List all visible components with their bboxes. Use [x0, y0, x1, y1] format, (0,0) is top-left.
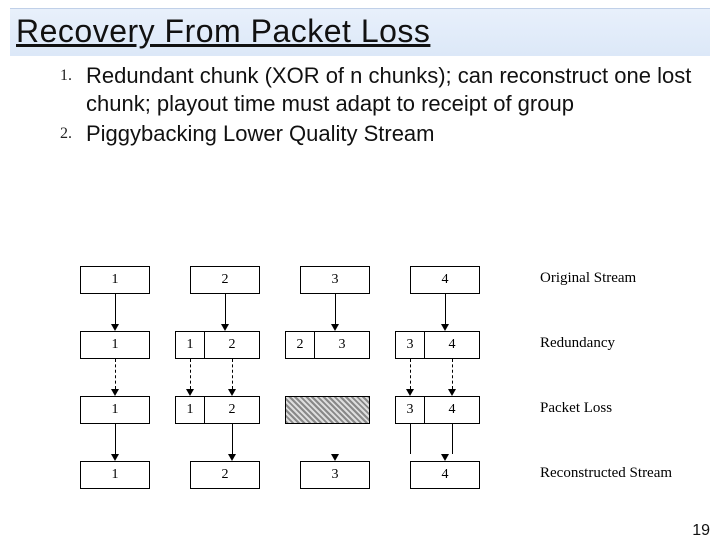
row-label: Packet Loss [540, 400, 612, 417]
packet-box: 2 [190, 266, 260, 294]
diagram-row-reconstructed: 1 2 3 4 Reconstructed Stream [80, 443, 680, 508]
lost-packet-box [285, 396, 370, 424]
bullet-list: 1. Redundant chunk (XOR of n chunks); ca… [60, 62, 700, 148]
list-item: 2. Piggybacking Lower Quality Stream [60, 120, 700, 148]
packet-box: 3 [314, 331, 370, 359]
packet-box: 2 [204, 331, 260, 359]
redundant-box: 2 [285, 331, 315, 359]
diagram-row-redundancy: 1 1 2 2 3 3 4 Redundancy [80, 313, 680, 378]
row-label: Original Stream [540, 270, 636, 287]
list-number: 1. [60, 62, 86, 90]
packet-box: 4 [410, 266, 480, 294]
packet-box: 1 [80, 266, 150, 294]
row-label: Redundancy [540, 335, 615, 352]
list-number: 2. [60, 120, 86, 148]
list-item: 1. Redundant chunk (XOR of n chunks); ca… [60, 62, 700, 118]
redundant-box: 1 [175, 331, 205, 359]
slide-title: Recovery From Packet Loss [16, 13, 430, 49]
diagram-row-original: 1 2 3 4 Original Stream [80, 248, 680, 313]
row-label: Reconstructed Stream [540, 465, 672, 482]
packet-box: 4 [410, 461, 480, 489]
packet-box: 2 [204, 396, 260, 424]
packet-box: 4 [424, 396, 480, 424]
list-text: Piggybacking Lower Quality Stream [86, 120, 700, 148]
packet-box: 2 [190, 461, 260, 489]
packet-box: 4 [424, 331, 480, 359]
redundant-box: 3 [395, 331, 425, 359]
slide-title-bar: Recovery From Packet Loss [10, 8, 710, 56]
list-text: Redundant chunk (XOR of n chunks); can r… [86, 62, 700, 118]
packet-box: 1 [80, 396, 150, 424]
packet-box: 3 [300, 266, 370, 294]
packet-box: 1 [80, 461, 150, 489]
diagram-row-packet-loss: 1 1 2 3 4 Packet Loss [80, 378, 680, 443]
packet-box: 1 [80, 331, 150, 359]
redundant-box: 1 [175, 396, 205, 424]
packet-diagram: 1 2 3 4 Original Stream 1 1 2 2 3 3 4 Re… [80, 248, 680, 508]
packet-box: 3 [300, 461, 370, 489]
redundant-box: 3 [395, 396, 425, 424]
page-number: 19 [692, 522, 710, 540]
